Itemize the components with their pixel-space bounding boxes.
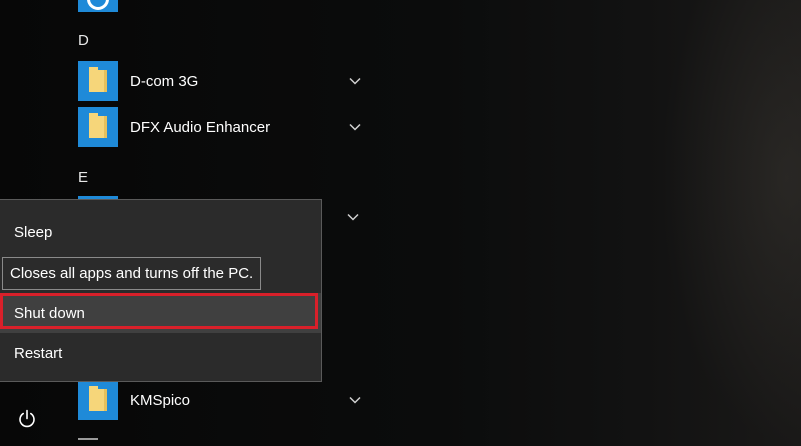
chevron-down-icon[interactable] <box>346 391 364 409</box>
app-item-label: DFX Audio Enhancer <box>130 118 271 136</box>
chevron-down-icon[interactable] <box>346 118 364 136</box>
app-icon-partial <box>87 0 109 10</box>
sleep-menu-item[interactable]: Sleep <box>0 212 321 252</box>
chevron-down-icon[interactable] <box>344 208 362 226</box>
folder-icon <box>89 386 107 411</box>
power-button[interactable] <box>8 402 46 436</box>
group-header-d[interactable]: D <box>78 32 89 49</box>
app-item-kmspico[interactable]: KMSpico <box>78 380 368 420</box>
chevron-down-icon[interactable] <box>346 72 364 90</box>
app-item-label: D-com 3G <box>130 72 199 90</box>
app-item-dcom-3g[interactable]: D-com 3G <box>78 61 368 101</box>
app-item-dfx-audio-enhancer[interactable]: DFX Audio Enhancer <box>78 107 368 147</box>
app-tile <box>78 380 118 420</box>
power-icon <box>19 409 35 428</box>
app-tile-partial[interactable] <box>78 0 118 12</box>
group-header-partial <box>78 438 98 446</box>
app-item-label: KMSpico <box>130 391 191 409</box>
app-tile <box>78 107 118 147</box>
app-tile <box>78 61 118 101</box>
folder-icon <box>89 113 107 138</box>
folder-icon <box>89 67 107 92</box>
power-options-menu: Sleep Shut down Restart <box>0 199 322 382</box>
shut-down-tooltip: Closes all apps and turns off the PC. <box>2 257 262 290</box>
shut-down-menu-item[interactable]: Shut down <box>0 293 321 333</box>
restart-menu-item[interactable]: Restart <box>0 333 321 373</box>
group-header-e[interactable]: E <box>78 169 88 186</box>
background-glow <box>661 0 801 444</box>
